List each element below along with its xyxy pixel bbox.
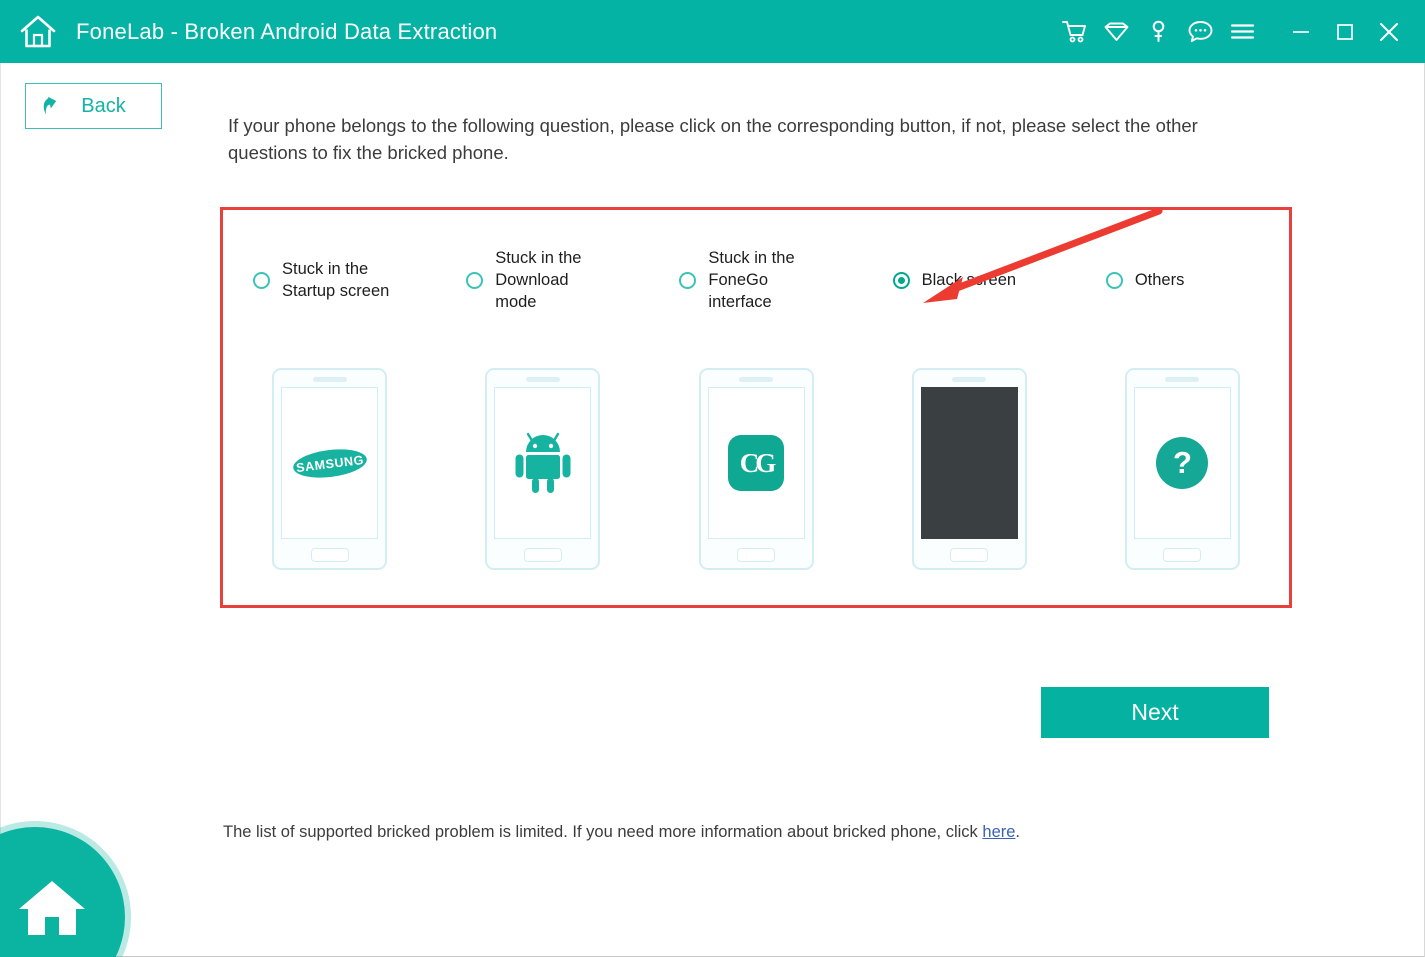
- shopping-cart-icon[interactable]: [1053, 12, 1095, 52]
- radio-icon[interactable]: [1106, 272, 1123, 289]
- phone-screen: [494, 387, 591, 539]
- phone-screen-black: [921, 387, 1018, 539]
- option-radio-row: Stuck in the Startup screen Stuck in the…: [223, 210, 1289, 350]
- phone-speaker: [313, 377, 347, 382]
- option-illustration-row: SAMSUNG: [223, 350, 1289, 608]
- fonego-logo-icon: CG: [728, 435, 784, 491]
- phone-frame: [485, 368, 600, 570]
- fonego-logo-text: CG: [740, 448, 773, 479]
- phone-illustration-fonego-interface[interactable]: CG: [649, 350, 862, 608]
- back-button[interactable]: Back: [25, 83, 162, 129]
- radio-icon[interactable]: [466, 272, 483, 289]
- titlebar-actions: [1053, 0, 1425, 63]
- option-label: Others: [1135, 269, 1185, 291]
- phone-speaker: [1165, 377, 1199, 382]
- app-window: FoneLab - Broken Android Data Extraction: [0, 0, 1425, 957]
- phone-illustration-download-mode[interactable]: [436, 350, 649, 608]
- radio-icon-selected[interactable]: [893, 272, 910, 289]
- phone-screen: ?: [1134, 387, 1231, 539]
- next-button[interactable]: Next: [1041, 687, 1269, 738]
- option-label: Black screen: [922, 269, 1016, 291]
- phone-frame: CG: [699, 368, 814, 570]
- back-arrow-icon: [40, 95, 60, 117]
- question-mark-icon: ?: [1156, 437, 1208, 489]
- next-button-label: Next: [1131, 699, 1178, 726]
- phone-illustration-others[interactable]: ?: [1076, 350, 1289, 608]
- android-robot-icon: [512, 426, 574, 501]
- phone-home-button: [950, 548, 988, 562]
- option-stuck-download-mode[interactable]: Stuck in the Download mode: [436, 210, 649, 350]
- samsung-logo-icon: SAMSUNG: [291, 445, 368, 481]
- radio-icon[interactable]: [679, 272, 696, 289]
- option-stuck-startup-screen[interactable]: Stuck in the Startup screen: [223, 210, 436, 350]
- phone-frame: ?: [1125, 368, 1240, 570]
- phone-screen: CG: [708, 387, 805, 539]
- phone-frame: SAMSUNG: [272, 368, 387, 570]
- options-highlight-box: Stuck in the Startup screen Stuck in the…: [220, 207, 1292, 608]
- phone-screen: SAMSUNG: [281, 387, 378, 539]
- close-button[interactable]: [1367, 12, 1411, 52]
- home-bubble-button[interactable]: [0, 827, 125, 957]
- question-mark-text: ?: [1173, 445, 1192, 481]
- phone-home-button: [311, 548, 349, 562]
- option-label: Stuck in the Startup screen: [282, 258, 390, 302]
- key-icon[interactable]: [1137, 12, 1179, 52]
- radio-icon[interactable]: [253, 272, 270, 289]
- window-controls: [1279, 12, 1411, 52]
- samsung-logo-text: SAMSUNG: [295, 452, 364, 474]
- app-title: FoneLab - Broken Android Data Extraction: [76, 19, 497, 45]
- footer-text-after: .: [1015, 823, 1020, 841]
- hamburger-menu-icon[interactable]: [1221, 12, 1263, 52]
- phone-illustration-black-screen[interactable]: [863, 350, 1076, 608]
- title-bar: FoneLab - Broken Android Data Extraction: [0, 0, 1425, 63]
- phone-speaker: [526, 377, 560, 382]
- chat-bubble-icon[interactable]: [1179, 12, 1221, 52]
- diamond-icon[interactable]: [1095, 12, 1137, 52]
- option-stuck-fonego-interface[interactable]: Stuck in the FoneGo interface: [649, 210, 862, 350]
- phone-speaker: [952, 377, 986, 382]
- home-solid-icon: [15, 875, 89, 946]
- option-label: Stuck in the FoneGo interface: [708, 247, 816, 313]
- main-content: Back If your phone belongs to the follow…: [0, 63, 1425, 957]
- minimize-button[interactable]: [1279, 12, 1323, 52]
- phone-frame: [912, 368, 1027, 570]
- footer-text-before: The list of supported bricked problem is…: [223, 823, 982, 841]
- instruction-text: If your phone belongs to the following q…: [228, 112, 1258, 166]
- phone-home-button: [524, 548, 562, 562]
- phone-home-button: [1163, 548, 1201, 562]
- option-others[interactable]: Others: [1076, 210, 1289, 350]
- phone-illustration-startup-screen[interactable]: SAMSUNG: [223, 350, 436, 608]
- option-label: Stuck in the Download mode: [495, 247, 603, 313]
- footer-note: The list of supported bricked problem is…: [223, 823, 1020, 842]
- phone-speaker: [739, 377, 773, 382]
- home-outline-icon[interactable]: [16, 10, 60, 54]
- back-button-label: Back: [60, 95, 161, 118]
- phone-home-button: [737, 548, 775, 562]
- footer-here-link[interactable]: here: [982, 823, 1015, 841]
- maximize-button[interactable]: [1323, 12, 1367, 52]
- option-black-screen[interactable]: Black screen: [863, 210, 1076, 350]
